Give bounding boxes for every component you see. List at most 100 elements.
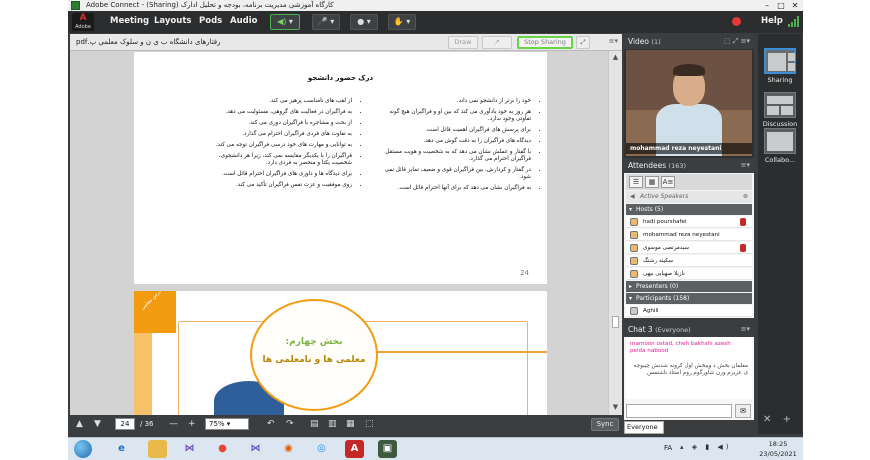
scroll-up-icon[interactable]: ▲	[611, 53, 620, 61]
close-icon[interactable]: ✕	[763, 414, 771, 425]
draw-button[interactable]: Draw	[448, 36, 478, 49]
speaker-button[interactable]: ◀) ▾	[270, 14, 300, 30]
video-pod: Video (1) ⬚ ⤢ ≡▾ mohammad reza neyestani	[624, 34, 754, 158]
document-viewer[interactable]: درک حضور دانشجو خود را برتر از دانشجو نم…	[70, 51, 608, 415]
hosts-group-header[interactable]: Hosts (5)	[626, 204, 752, 215]
start-button-icon[interactable]	[74, 440, 92, 458]
scroll-down-icon[interactable]: ▼	[611, 403, 620, 411]
attendee-row[interactable]: hadi pourshafei	[626, 216, 752, 228]
single-page-icon[interactable]: ▤	[310, 418, 319, 431]
hand-icon: ✋	[393, 17, 404, 26]
internet-explorer-icon[interactable]: e	[112, 440, 131, 458]
list-item: خود را برتر از دانشجو نمی داند.	[381, 98, 531, 105]
attendees-pod: Attendees (163) ≡▾ ☰ ▦ A≡ ◀ Active Speak…	[624, 158, 754, 318]
clock-time[interactable]: 18:25	[758, 440, 798, 448]
pod-options-icon[interactable]: ≡▾	[609, 37, 618, 45]
list-item: از بحث و مشاجره با فراگیران دوری می کند.	[202, 120, 352, 127]
grid-view-icon[interactable]: ▦	[645, 176, 659, 188]
adobe-connect-window-icon[interactable]: ▣	[378, 440, 397, 458]
slide-decoration	[134, 333, 152, 415]
list-item: هر روز به خود یادآوری می کند که بین او و…	[381, 109, 531, 123]
microphone-button[interactable]: 🎤 ▾	[312, 14, 340, 30]
rotate-right-icon[interactable]: ↷	[286, 418, 294, 431]
rotate-left-icon[interactable]: ↶	[267, 418, 275, 431]
close-icon[interactable]: ⊗	[743, 191, 748, 203]
minimize-icon[interactable]: –	[760, 0, 774, 11]
person-icon: ●	[357, 17, 365, 26]
system-tray-icons[interactable]: ▴ ◈ ▮ ◀)	[680, 443, 732, 451]
maximize-icon[interactable]: □	[774, 0, 788, 11]
firefox-icon[interactable]: ◉	[279, 440, 298, 458]
list-item: در گفتار و کردارش، بین فراگیران قوی و ضع…	[381, 167, 531, 181]
menu-meeting[interactable]: Meeting	[110, 16, 149, 26]
close-icon[interactable]: ✕	[788, 0, 802, 11]
attendee-row[interactable]: mohammad reza neyestani	[626, 229, 752, 241]
pod-options-icon[interactable]: ≡▾	[741, 158, 750, 173]
connection-signal-icon	[788, 16, 800, 27]
video-stream[interactable]: mohammad reza neyestani	[626, 50, 752, 156]
menu-pods[interactable]: Pods	[199, 16, 222, 26]
two-page-icon[interactable]: ▥	[328, 418, 337, 431]
list-item: دیدگاه های فراگیران را به دقت گوش می دهد…	[381, 138, 531, 145]
zoom-select[interactable]: 75% ▾	[205, 418, 249, 430]
chat-messages[interactable]: mamoon ostad, cheh bakhshi azesh peida n…	[626, 337, 752, 399]
chat-input[interactable]	[626, 404, 732, 418]
slide-corner-banner: درس معلمی	[134, 291, 176, 333]
page-number-input[interactable]: 24	[115, 418, 135, 430]
slide-divider-line	[370, 351, 547, 353]
previous-page-icon[interactable]: ▲	[76, 418, 83, 431]
fullscreen-icon[interactable]: ⤢	[576, 36, 590, 49]
layout-thumbnail	[764, 48, 796, 74]
host-icon	[630, 244, 638, 252]
document-page: درک حضور دانشجو خود را برتر از دانشجو نم…	[134, 52, 547, 284]
menu-help[interactable]: Help	[761, 16, 783, 26]
raise-hand-button[interactable]: ✋ ▾	[388, 14, 416, 30]
chrome-icon[interactable]: ●	[213, 440, 232, 458]
download-icon[interactable]: ⬚	[365, 418, 374, 431]
menu-layouts[interactable]: Layouts	[154, 16, 191, 26]
attendee-row[interactable]: Aghili	[626, 305, 752, 317]
video-count: (1)	[651, 38, 661, 46]
sort-icon[interactable]: A≡	[661, 176, 675, 188]
visual-studio-icon[interactable]: ⋈	[246, 440, 265, 458]
document-name: رفتارهای دانشگاه ب ی ن و سلوک معلمی پ.pd…	[76, 38, 221, 46]
input-language[interactable]: FA	[664, 444, 672, 452]
thumbnails-icon[interactable]: ▦	[346, 418, 355, 431]
layout-label: Sharing	[767, 76, 793, 84]
chat-message-line: peida nabood	[630, 348, 669, 354]
list-item: به فراگیران در فعالیت های گروهی، مسئولیت…	[202, 109, 352, 116]
active-speakers-bar[interactable]: ◀ Active Speakers ⊗	[626, 191, 752, 203]
file-explorer-icon[interactable]	[148, 440, 167, 458]
attendee-row[interactable]: نازیلا صهبایی بیهی	[626, 268, 752, 280]
next-page-icon[interactable]: ▼	[94, 418, 101, 431]
add-layout-icon[interactable]: +	[783, 414, 791, 425]
scroll-thumb[interactable]	[612, 316, 619, 328]
adobe-connect-taskbar-icon[interactable]: A	[345, 440, 364, 458]
attendee-row[interactable]: سیدمرتضی موسوی	[626, 242, 752, 254]
pod-options-icon[interactable]: ⬚ ⤢ ≡▾	[724, 34, 750, 49]
visual-studio-icon[interactable]: ⋈	[180, 440, 199, 458]
speaker-icon: ◀	[630, 193, 635, 200]
layout-label: Collabo...	[764, 156, 796, 164]
send-message-icon[interactable]: ✉	[735, 404, 751, 418]
pointer-button[interactable]: ↗	[482, 36, 512, 49]
sync-button[interactable]: Sync	[591, 418, 619, 431]
recording-indicator-icon[interactable]	[732, 17, 741, 26]
document-scrollbar[interactable]: ▲ ▼	[608, 51, 622, 415]
zoom-out-icon[interactable]: —	[169, 418, 178, 431]
attendee-row[interactable]: سکینه رشنگ	[626, 255, 752, 267]
list-item: به تفاوت های فردی فراگیران احترام می گذا…	[202, 131, 352, 138]
chat-recipient-select[interactable]: Everyone	[624, 421, 664, 434]
stop-sharing-button[interactable]: Stop Sharing	[517, 36, 573, 49]
participants-group-header[interactable]: Participants (158)	[626, 293, 752, 304]
list-view-icon[interactable]: ☰	[629, 176, 643, 188]
camera-button[interactable]: ● ▾	[350, 14, 378, 30]
pod-options-icon[interactable]: ≡▾	[741, 322, 750, 337]
edge-icon[interactable]: ◎	[312, 440, 331, 458]
presenters-group-header[interactable]: Presenters (0)	[626, 281, 752, 292]
menu-audio[interactable]: Audio	[230, 16, 257, 26]
layouts-rail: Sharing Discussion Collabo... ✕ +	[758, 34, 802, 434]
zoom-in-icon[interactable]: +	[188, 418, 196, 431]
clock-date[interactable]: 23/05/2021	[758, 450, 798, 458]
adobe-logo-icon: A Adobe	[72, 13, 94, 31]
